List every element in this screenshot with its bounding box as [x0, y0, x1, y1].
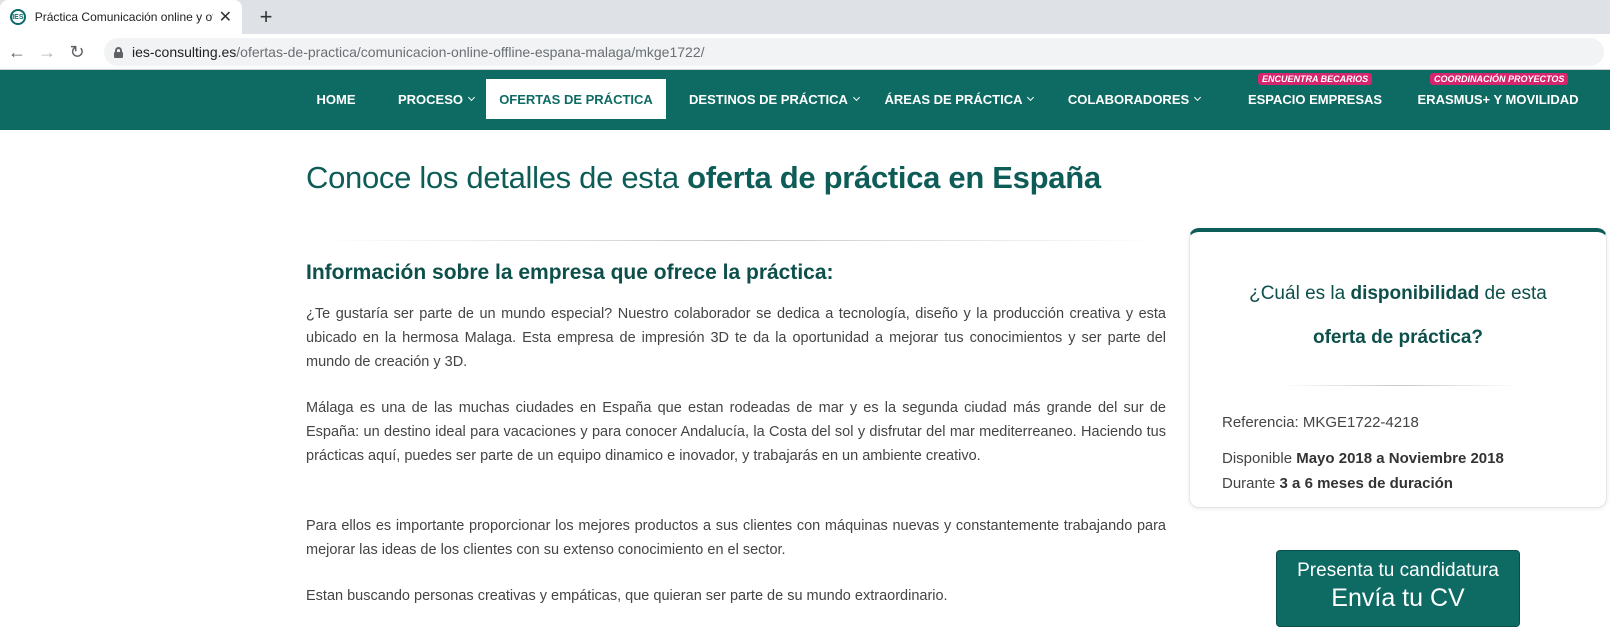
page-title-normal: Conoce los detalles de esta [306, 160, 688, 195]
chevron-down-icon [852, 93, 860, 101]
paragraph-3: Para ellos es importante proporcionar lo… [306, 518, 1166, 558]
new-tab-icon[interactable]: + [252, 4, 280, 30]
nav-ofertas-de-practica[interactable]: OFERTAS DE PRÁCTICA [485, 78, 667, 120]
availability-card: ¿Cuál es la disponibilidad de esta ofert… [1189, 228, 1607, 508]
nav-espacio-empresas[interactable]: ESPACIO EMPRESAS [1240, 78, 1390, 120]
apply-button[interactable]: Presenta tu candidatura Envía tu CV [1276, 550, 1520, 627]
browser-toolbar: ← → ↻ ies-consulting.es/ofertas-de-pract… [0, 34, 1610, 70]
chevron-down-icon [1027, 93, 1035, 101]
site-favicon-icon: IES [10, 9, 26, 25]
url-path: /ofertas-de-practica/comunicacion-online… [236, 44, 705, 60]
question-part2: de esta [1479, 283, 1547, 304]
browser-tab-bar: IES Práctica Comunicación online y offli… [0, 0, 1610, 34]
referencia-line: Referencia: MKGE1722-4218 [1222, 414, 1419, 431]
section-title: Información sobre la empresa que ofrece … [306, 261, 834, 284]
lock-icon[interactable] [114, 46, 123, 58]
page-title-bold: oferta de práctica en España [687, 160, 1101, 195]
nav-espacio-empresas-label: ESPACIO EMPRESAS [1247, 91, 1383, 107]
disponible-label: Disponible [1222, 450, 1297, 467]
question-line2: oferta de práctica? [1313, 327, 1483, 348]
nav-areas-label: ÁREAS DE PRÁCTICA [884, 91, 1023, 107]
disponible-value: Mayo 2018 a Noviembre 2018 [1296, 450, 1504, 467]
close-tab-icon[interactable]: ✕ [219, 7, 232, 27]
nav-home[interactable]: HOME [304, 78, 368, 120]
question-bold: disponibilidad [1350, 283, 1480, 304]
paragraph-1: ¿Te gustaría ser parte de un mundo espec… [306, 306, 1166, 370]
apply-button-line1: Presenta tu candidatura [1297, 560, 1499, 581]
address-bar[interactable]: ies-consulting.es/ofertas-de-practica/co… [104, 38, 1604, 66]
nav-erasmus-y-movilidad[interactable]: ERASMUS+ Y MOVILIDAD [1412, 78, 1584, 120]
tab-title: Práctica Comunicación online y offline E… [34, 10, 213, 24]
question-part1: ¿Cuál es la [1249, 283, 1351, 304]
reload-icon[interactable]: ↻ [64, 40, 90, 64]
browser-tab[interactable]: IES Práctica Comunicación online y offli… [0, 0, 242, 34]
durante-line: Durante 3 a 6 meses de duración [1222, 475, 1453, 492]
nav-colaboradores-label: COLABORADORES [1067, 91, 1190, 107]
nav-home-label: HOME [316, 91, 356, 107]
divider [1280, 385, 1520, 386]
referencia-label: Referencia: [1222, 414, 1303, 431]
chevron-down-icon [1194, 93, 1202, 101]
site-navigation: HOME PROCESO OFERTAS DE PRÁCTICA DESTINO… [0, 70, 1610, 130]
disponible-line: Disponible Mayo 2018 a Noviembre 2018 [1222, 450, 1504, 467]
nav-erasmus-label: ERASMUS+ Y MOVILIDAD [1417, 91, 1579, 107]
nav-destinos-de-practica[interactable]: DESTINOS DE PRÁCTICA [683, 78, 865, 120]
page-title: Conoce los detalles de esta oferta de pr… [306, 160, 1101, 196]
nav-areas-de-practica[interactable]: ÁREAS DE PRÁCTICA [884, 78, 1035, 120]
apply-button-line2: Envía tu CV [1331, 584, 1465, 612]
chevron-down-icon [467, 93, 476, 101]
durante-label: Durante [1222, 475, 1280, 492]
nav-destinos-label: DESTINOS DE PRÁCTICA [689, 91, 848, 107]
paragraph-4: Estan buscando personas creativas y empá… [306, 588, 948, 604]
availability-question: ¿Cuál es la disponibilidad de esta ofert… [1190, 272, 1606, 360]
referencia-value: MKGE1722-4218 [1302, 414, 1419, 431]
nav-colaboradores[interactable]: COLABORADORES [1064, 78, 1204, 120]
nav-proceso[interactable]: PROCESO [384, 78, 488, 120]
url-host: ies-consulting.es [132, 44, 237, 60]
nav-proceso-label: PROCESO [397, 91, 463, 107]
forward-arrow-icon[interactable]: → [34, 40, 60, 64]
durante-value: 3 a 6 meses de duración [1279, 475, 1453, 492]
back-arrow-icon[interactable]: ← [4, 40, 30, 64]
paragraph-2: Málaga es una de las muchas ciudades en … [306, 400, 1166, 464]
divider [320, 240, 1160, 241]
nav-ofertas-label: OFERTAS DE PRÁCTICA [499, 91, 653, 107]
